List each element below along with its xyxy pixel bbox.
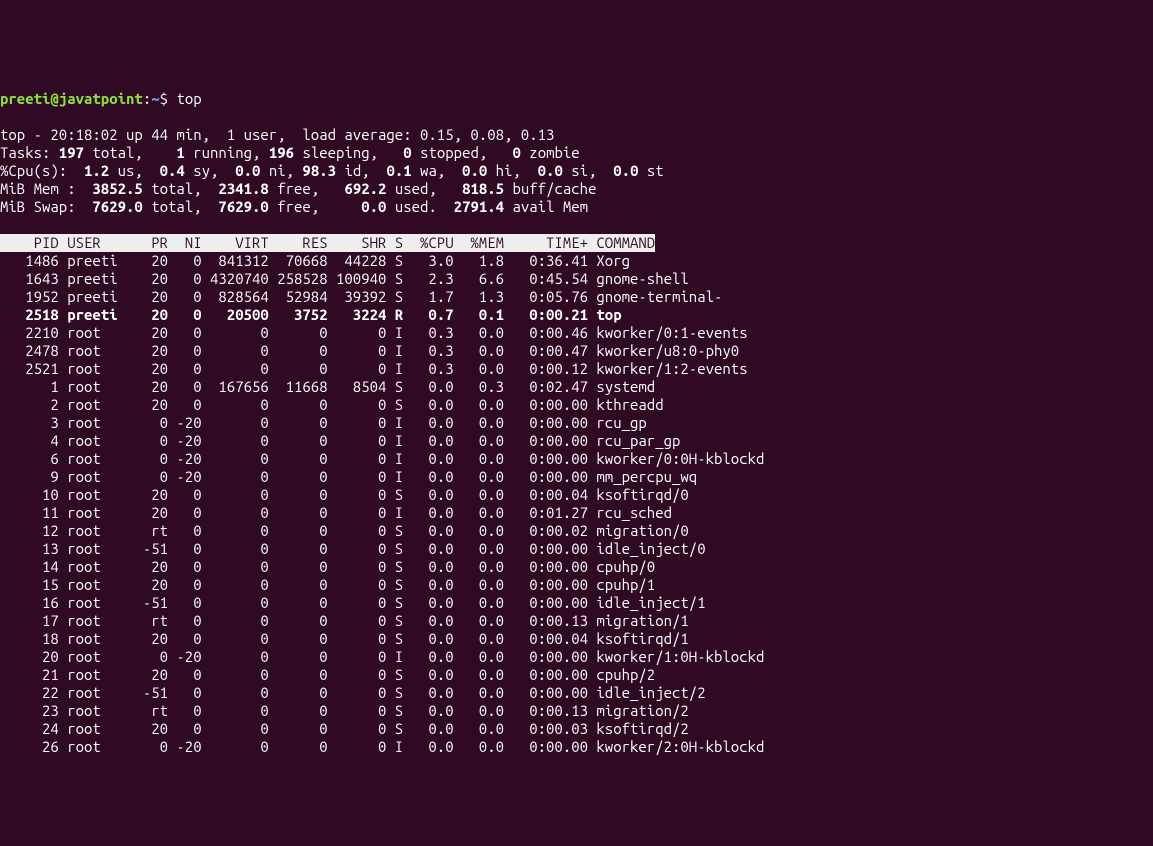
- process-row: 16 root -51 0 0 0 0 S 0.0 0.0 0:00.00 id…: [0, 594, 1153, 612]
- process-row: 21 root 20 0 0 0 0 S 0.0 0.0 0:00.00 cpu…: [0, 666, 1153, 684]
- process-row: 2 root 20 0 0 0 0 S 0.0 0.0 0:00.00 kthr…: [0, 396, 1153, 414]
- process-row: 26 root 0 -20 0 0 0 I 0.0 0.0 0:00.00 kw…: [0, 738, 1153, 756]
- process-list: 1486 preeti 20 0 841312 70668 44228 S 3.…: [0, 252, 1153, 756]
- process-row: 9 root 0 -20 0 0 0 I 0.0 0.0 0:00.00 mm_…: [0, 468, 1153, 486]
- process-row: 2518 preeti 20 0 20500 3752 3224 R 0.7 0…: [0, 306, 1153, 324]
- prompt-path: ~: [151, 90, 159, 107]
- process-row: 2521 root 20 0 0 0 0 I 0.3 0.0 0:00.12 k…: [0, 360, 1153, 378]
- process-row: 15 root 20 0 0 0 0 S 0.0 0.0 0:00.00 cpu…: [0, 576, 1153, 594]
- prompt-user: preeti@javatpoint: [0, 90, 143, 107]
- process-row: 10 root 20 0 0 0 0 S 0.0 0.0 0:00.04 kso…: [0, 486, 1153, 504]
- terminal-output[interactable]: preeti@javatpoint:~$ top top - 20:18:02 …: [0, 72, 1153, 756]
- process-row: 4 root 0 -20 0 0 0 I 0.0 0.0 0:00.00 rcu…: [0, 432, 1153, 450]
- process-row: 18 root 20 0 0 0 0 S 0.0 0.0 0:00.04 kso…: [0, 630, 1153, 648]
- process-row: 6 root 0 -20 0 0 0 I 0.0 0.0 0:00.00 kwo…: [0, 450, 1153, 468]
- process-row: 13 root -51 0 0 0 0 S 0.0 0.0 0:00.00 id…: [0, 540, 1153, 558]
- process-row: 17 root rt 0 0 0 0 S 0.0 0.0 0:00.13 mig…: [0, 612, 1153, 630]
- prompt-sep: :: [143, 90, 151, 107]
- process-row: 20 root 0 -20 0 0 0 I 0.0 0.0 0:00.00 kw…: [0, 648, 1153, 666]
- tasks-zombie: 0: [496, 144, 530, 161]
- process-row: 11 root 20 0 0 0 0 I 0.0 0.0 0:01.27 rcu…: [0, 504, 1153, 522]
- process-row: 2478 root 20 0 0 0 0 I 0.3 0.0 0:00.47 k…: [0, 342, 1153, 360]
- tasks-running: 1: [160, 144, 194, 161]
- prompt-dollar: $: [160, 90, 168, 107]
- process-row: 2210 root 20 0 0 0 0 I 0.3 0.0 0:00.46 k…: [0, 324, 1153, 342]
- process-table-header: PID USER PR NI VIRT RES SHR S %CPU %MEM …: [0, 234, 655, 252]
- process-row: 1486 preeti 20 0 841312 70668 44228 S 3.…: [0, 252, 1153, 270]
- tasks-stopped: 0: [386, 144, 420, 161]
- top-summary-line1: top - 20:18:02 up 44 min, 1 user, load a…: [0, 126, 554, 143]
- process-row: 1952 preeti 20 0 828564 52984 39392 S 1.…: [0, 288, 1153, 306]
- tasks-sleeping: 196: [269, 144, 303, 161]
- process-row: 1643 preeti 20 0 4320740 258528 100940 S…: [0, 270, 1153, 288]
- cpu-label: %Cpu(s):: [0, 162, 67, 179]
- process-row: 12 root rt 0 0 0 0 S 0.0 0.0 0:00.02 mig…: [0, 522, 1153, 540]
- process-row: 14 root 20 0 0 0 0 S 0.0 0.0 0:00.00 cpu…: [0, 558, 1153, 576]
- typed-command: top: [176, 90, 201, 107]
- mem-label: MiB Mem :: [0, 180, 76, 197]
- process-row: 24 root 20 0 0 0 0 S 0.0 0.0 0:00.03 kso…: [0, 720, 1153, 738]
- process-row: 23 root rt 0 0 0 0 S 0.0 0.0 0:00.13 mig…: [0, 702, 1153, 720]
- process-row: 1 root 20 0 167656 11668 8504 S 0.0 0.3 …: [0, 378, 1153, 396]
- process-row: 3 root 0 -20 0 0 0 I 0.0 0.0 0:00.00 rcu…: [0, 414, 1153, 432]
- tasks-label: Tasks:: [0, 144, 50, 161]
- process-row: 22 root -51 0 0 0 0 S 0.0 0.0 0:00.00 id…: [0, 684, 1153, 702]
- swap-label: MiB Swap:: [0, 198, 76, 215]
- tasks-total: 197: [50, 144, 92, 161]
